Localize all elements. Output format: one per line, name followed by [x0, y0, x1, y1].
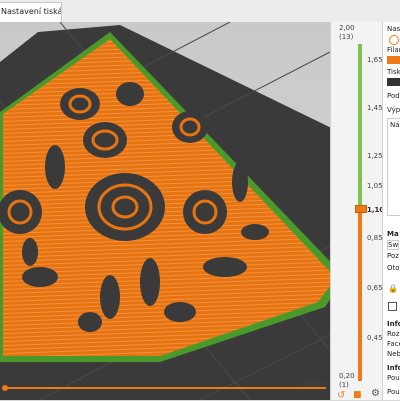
horizontal-slider-handle-left[interactable] — [2, 385, 8, 391]
lock-scale-icon[interactable]: 🔒 — [388, 284, 398, 293]
slice-info-header: Info — [387, 364, 400, 372]
tab-bar: Nastavení tiskárny — [0, 0, 400, 23]
slider-tick: 0,65 — [367, 284, 383, 292]
slider-tick: 1,25 — [367, 152, 383, 160]
info-header: Info — [387, 320, 400, 328]
position-label: Poz — [387, 252, 399, 260]
slider-top-value: 2,00 — [339, 24, 355, 32]
manifold-label: Neb — [387, 350, 400, 358]
used-filament-label: Pouz — [387, 374, 400, 382]
infill-label: Výpl — [387, 106, 400, 114]
print-settings-label: Nasta — [387, 25, 400, 33]
position-readout: 278428 — [298, 380, 325, 388]
supports-label: Podp — [387, 92, 400, 100]
undo-icon[interactable]: ↺ — [337, 390, 345, 401]
object-list[interactable]: Náz — [387, 118, 400, 216]
layer-slider-handle[interactable] — [355, 205, 367, 213]
facets-label: Face — [387, 340, 400, 348]
slider-tick: 1,05 — [367, 182, 383, 190]
filament-label: Filam — [387, 46, 400, 54]
printer-label: Tisk — [387, 68, 400, 76]
slider-tick: 1,45 — [367, 104, 383, 112]
gear-icon[interactable]: ⚙ — [371, 388, 380, 399]
lock-icon[interactable]: ■ — [353, 390, 362, 400]
tab-printer-settings[interactable]: Nastavení tiskárny — [0, 2, 62, 22]
slider-bottom-value: 0,20 — [339, 372, 355, 380]
slider-tick: 0,45 — [367, 334, 383, 342]
layer-slider-track-lower[interactable] — [358, 209, 362, 381]
layer-slider-panel: 2,00 (13) 1,65 1,45 1,25 1,05 1,10 0,85 … — [330, 22, 384, 401]
slider-tick: 0,85 — [367, 234, 383, 242]
slider-tick: 1,65 — [367, 56, 383, 64]
used-filament-weight-label: Pouz — [387, 388, 400, 396]
print-settings-icon[interactable] — [389, 35, 399, 45]
printer-icon[interactable] — [387, 78, 400, 86]
slider-bottom-layer: (1) — [339, 381, 349, 389]
rotation-label: Oto — [387, 264, 400, 272]
layer-slider-track-upper[interactable] — [358, 44, 362, 209]
object-list-name-header: Náz — [390, 121, 400, 129]
checkbox[interactable] — [388, 302, 397, 311]
filament-color-swatch[interactable] — [387, 56, 400, 64]
right-settings-panel: Nasta Filam Tisk Podp Výpl Náz Ma Sw Poz… — [382, 22, 400, 400]
slider-top-layer: (13) — [339, 33, 354, 41]
size-label: Roz — [387, 330, 400, 338]
coord-system-select[interactable]: Sw — [387, 240, 400, 250]
manipulation-header: Ma — [387, 230, 399, 238]
3d-preview-viewport[interactable] — [0, 22, 356, 400]
